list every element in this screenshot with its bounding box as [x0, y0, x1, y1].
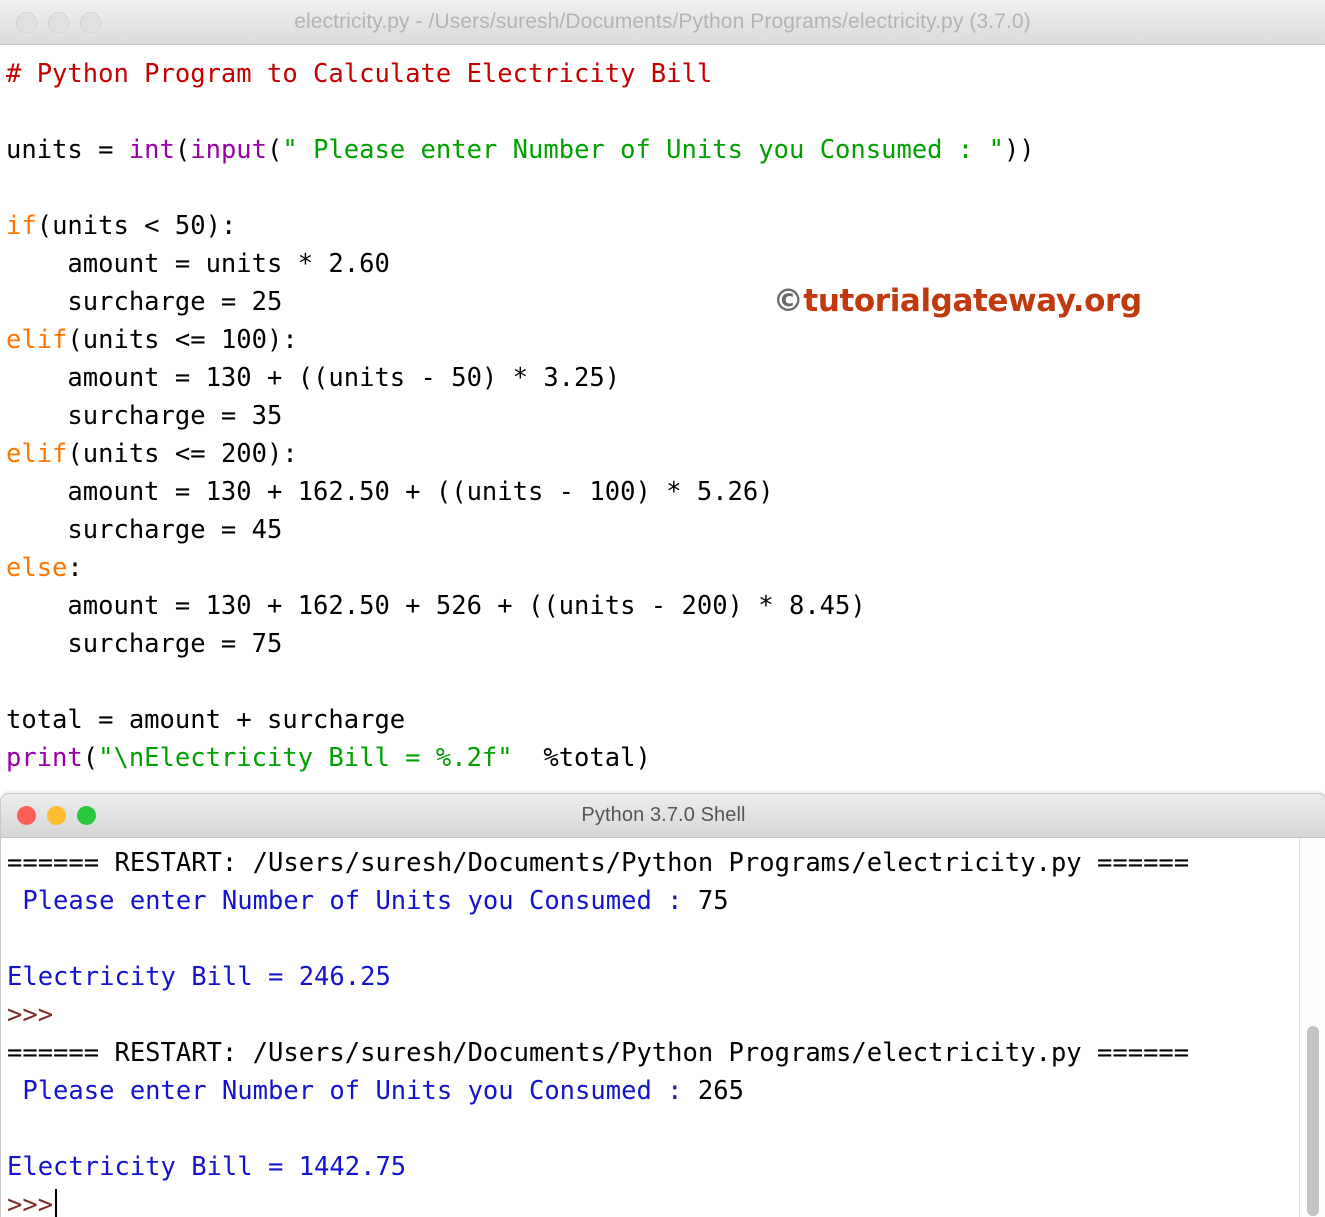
shell-output-area[interactable]: ====== RESTART: /Users/suresh/Documents/… — [1, 838, 1325, 1217]
shell-line-token: 75 — [697, 886, 729, 916]
code-line-token: if — [6, 211, 37, 241]
shell-line-token: Please enter Number of Units you Consume… — [7, 1076, 698, 1106]
code-line-token: (units <= 100): — [67, 325, 298, 355]
code-line-18: total = amount + surcharge — [6, 701, 1325, 739]
shell-line-token: 265 — [697, 1076, 744, 1106]
shell-line-6: ====== RESTART: /Users/suresh/Documents/… — [7, 1034, 1325, 1072]
shell-line-10: >>> — [7, 1186, 1325, 1217]
shell-line-token: >>> — [7, 1000, 54, 1030]
code-line-token: elif — [6, 439, 68, 469]
shell-line-3 — [7, 920, 1325, 958]
text-cursor — [55, 1189, 58, 1217]
code-line-19: print("\nElectricity Bill = %.2f" %total… — [6, 739, 1325, 777]
code-line-15: amount = 130 + 162.50 + 526 + ((units - … — [6, 587, 1325, 625]
code-line-14: else: — [6, 549, 1325, 587]
minimize-button[interactable] — [47, 806, 66, 825]
code-line-token: else — [6, 553, 68, 583]
shell-line-token: >>> — [7, 1190, 54, 1217]
code-line-3: units = int(input(" Please enter Number … — [6, 131, 1325, 169]
shell-body: ====== RESTART: /Users/suresh/Documents/… — [1, 838, 1325, 1217]
shell-window-controls — [17, 806, 96, 825]
code-line-11: elif(units <= 200): — [6, 435, 1325, 473]
minimize-button[interactable] — [48, 11, 69, 33]
shell-line-9: Electricity Bill = 1442.75 — [7, 1148, 1325, 1186]
code-line-token: int — [128, 135, 175, 165]
shell-line-5: >>> — [7, 996, 1325, 1034]
code-line-token: total = amount + surcharge — [6, 705, 406, 735]
copyright-icon: © — [772, 283, 804, 319]
shell-line-token: Electricity Bill = 1442.75 — [7, 1152, 407, 1182]
code-line-12: amount = 130 + 162.50 + ((units - 100) *… — [6, 473, 1325, 511]
shell-title-bar[interactable]: Python 3.7.0 Shell — [1, 794, 1325, 838]
code-line-token: ( — [82, 743, 99, 773]
shell-line-4: Electricity Bill = 246.25 — [7, 958, 1325, 996]
shell-title: Python 3.7.0 Shell — [581, 804, 746, 826]
code-line-token: amount = 130 + 162.50 + 526 + ((units - … — [6, 591, 866, 621]
code-line-token: amount = units * 2.60 — [6, 249, 390, 279]
code-line-token: "\nElectricity Bill = %.2f" — [98, 743, 513, 773]
python-editor-window: electricity.py - /Users/suresh/Documents… — [0, 0, 1325, 800]
code-line-5: if(units < 50): — [6, 207, 1325, 245]
zoom-button[interactable] — [77, 806, 96, 825]
code-line-token: ( — [267, 135, 283, 165]
shell-line-2: Please enter Number of Units you Consume… — [7, 882, 1325, 920]
code-line-token: surcharge = 75 — [6, 629, 283, 659]
code-line-token: )) — [1003, 135, 1035, 165]
vertical-scrollbar[interactable] — [1299, 838, 1325, 1217]
shell-line-1: ====== RESTART: /Users/suresh/Documents/… — [7, 844, 1325, 882]
close-button[interactable] — [16, 11, 37, 33]
code-line-token: elif — [6, 325, 68, 355]
code-line-13: surcharge = 45 — [6, 511, 1325, 549]
code-line-token: (units < 50): — [36, 211, 237, 241]
code-line-token: amount = 130 + 162.50 + ((units - 100) *… — [6, 477, 774, 507]
code-line-token: surcharge = 35 — [6, 401, 283, 431]
shell-line-7: Please enter Number of Units you Consume… — [7, 1072, 1325, 1110]
editor-title-bar[interactable]: electricity.py - /Users/suresh/Documents… — [0, 0, 1325, 45]
code-line-9: amount = 130 + ((units - 50) * 3.25) — [6, 359, 1325, 397]
tutorialgateway-watermark: ©tutorialgateway.org — [752, 247, 1142, 319]
editor-window-controls — [16, 11, 101, 33]
code-line-token: ( — [174, 135, 191, 165]
code-line-token: surcharge = 25 — [6, 287, 283, 317]
close-button[interactable] — [17, 806, 36, 825]
code-line-token: : — [67, 553, 83, 583]
code-line-token: (units <= 200): — [67, 439, 298, 469]
shell-line-token: Electricity Bill = 246.25 — [7, 962, 391, 992]
editor-title: electricity.py - /Users/suresh/Documents… — [294, 10, 1031, 33]
code-line-token: amount = 130 + ((units - 50) * 3.25) — [6, 363, 621, 393]
python-shell-window: Python 3.7.0 Shell ====== RESTART: /User… — [0, 793, 1325, 1217]
code-line-8: elif(units <= 100): — [6, 321, 1325, 359]
code-line-token: units = — [6, 135, 129, 165]
code-line-token: input — [190, 135, 268, 165]
watermark-text: tutorialgateway.org — [803, 283, 1142, 319]
zoom-button[interactable] — [80, 11, 101, 33]
code-line-token: # Python Program to Calculate Electricit… — [6, 59, 713, 89]
code-editor-area[interactable]: # Python Program to Calculate Electricit… — [0, 45, 1325, 777]
code-line-token: %total) — [512, 743, 651, 773]
code-line-token: surcharge = 45 — [6, 515, 283, 545]
shell-line-token: ====== RESTART: /Users/suresh/Documents/… — [7, 1038, 1190, 1068]
code-line-token: " Please enter Number of Units you Consu… — [282, 135, 1004, 165]
code-line-16: surcharge = 75 — [6, 625, 1325, 663]
code-line-1: # Python Program to Calculate Electricit… — [6, 55, 1325, 93]
shell-line-token: Please enter Number of Units you Consume… — [7, 886, 698, 916]
shell-line-token: ====== RESTART: /Users/suresh/Documents/… — [7, 848, 1190, 878]
scrollbar-thumb[interactable] — [1307, 1026, 1319, 1216]
code-line-10: surcharge = 35 — [6, 397, 1325, 435]
code-line-token: print — [6, 743, 83, 773]
shell-line-8 — [7, 1110, 1325, 1148]
